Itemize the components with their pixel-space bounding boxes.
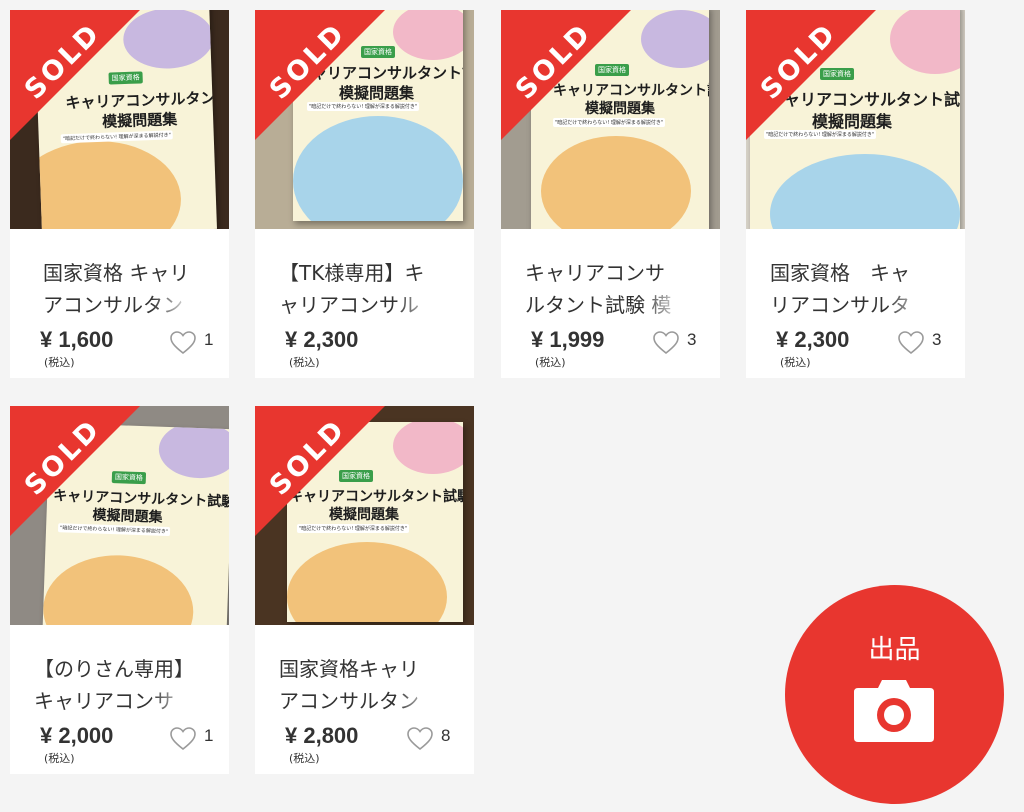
- tax-included-label: (税込): [535, 356, 566, 369]
- like-button[interactable]: 3: [898, 329, 958, 355]
- product-card[interactable]: 国家資格 キャリアコンサルタント試験 模擬問題集 "暗記だけで終わらない! 理解…: [255, 10, 474, 378]
- like-count: 1: [204, 330, 214, 349]
- title-fade: [151, 289, 201, 321]
- product-price: ¥ 1,600: [40, 327, 114, 352]
- camera-icon: [854, 680, 934, 742]
- tax-included-label: (税込): [289, 752, 320, 765]
- product-thumbnail[interactable]: 国家資格 キャリアコンサルタント試験 模擬問題集 "暗記だけで終わらない! 理解…: [501, 10, 720, 229]
- heart-icon: [170, 331, 196, 355]
- product-price: ¥ 2,800: [285, 723, 359, 748]
- product-card[interactable]: 国家資格 キャリアコンサルタント試験 模擬問題集 "暗記だけで終わらない! 理解…: [501, 10, 720, 378]
- tax-included-label: (税込): [44, 752, 75, 765]
- product-thumbnail[interactable]: 国家資格 キャリアコンサルタント試験 模擬問題集 "暗記だけで終わらない! 理解…: [746, 10, 965, 229]
- title-fade: [396, 685, 446, 717]
- sell-button[interactable]: 出品: [785, 585, 1004, 804]
- heart-icon: [170, 727, 196, 751]
- sell-button-label: 出品: [868, 635, 921, 665]
- like-count: 3: [932, 330, 942, 349]
- heart-icon: [898, 331, 924, 355]
- like-button[interactable]: 1: [170, 725, 229, 751]
- like-count: 3: [687, 330, 697, 349]
- product-price: ¥ 2,300: [285, 327, 359, 352]
- title-fade: [151, 685, 201, 717]
- tax-included-label: (税込): [289, 356, 320, 369]
- product-card[interactable]: 国家資格 キャリアコンサルタント試験 模擬問題集 "暗記だけで終わらない! 理解…: [255, 406, 474, 774]
- like-button[interactable]: 1: [170, 329, 229, 355]
- title-fade: [642, 289, 692, 321]
- product-card[interactable]: 国家資格 キャリアコンサルタント試験 模擬問題集 "暗記だけで終わらない! 理解…: [10, 406, 229, 774]
- product-thumbnail[interactable]: 国家資格 キャリアコンサルタント試験 模擬問題集 "暗記だけで終わらない! 理解…: [10, 10, 229, 229]
- tax-included-label: (税込): [780, 356, 811, 369]
- product-price: ¥ 2,300: [776, 327, 850, 352]
- product-card[interactable]: 国家資格 キャリアコンサルタント試験 模擬問題集 "暗記だけで終わらない! 理解…: [10, 10, 229, 378]
- product-thumbnail[interactable]: 国家資格 キャリアコンサルタント試験 模擬問題集 "暗記だけで終わらない! 理解…: [255, 406, 474, 625]
- product-thumbnail[interactable]: 国家資格 キャリアコンサルタント試験 模擬問題集 "暗記だけで終わらない! 理解…: [10, 406, 229, 625]
- product-price: ¥ 1,999: [531, 327, 605, 352]
- heart-icon: [407, 727, 433, 751]
- product-price: ¥ 2,000: [40, 723, 114, 748]
- tax-included-label: (税込): [44, 356, 75, 369]
- title-fade: [396, 289, 446, 321]
- like-button[interactable]: 8: [407, 725, 467, 751]
- product-thumbnail[interactable]: 国家資格 キャリアコンサルタント試験 模擬問題集 "暗記だけで終わらない! 理解…: [255, 10, 474, 229]
- like-count: 8: [441, 726, 451, 745]
- heart-icon: [653, 331, 679, 355]
- title-fade: [887, 289, 937, 321]
- product-card[interactable]: 国家資格 キャリアコンサルタント試験 模擬問題集 "暗記だけで終わらない! 理解…: [746, 10, 965, 378]
- like-count: 1: [204, 726, 214, 745]
- like-button[interactable]: 3: [653, 329, 713, 355]
